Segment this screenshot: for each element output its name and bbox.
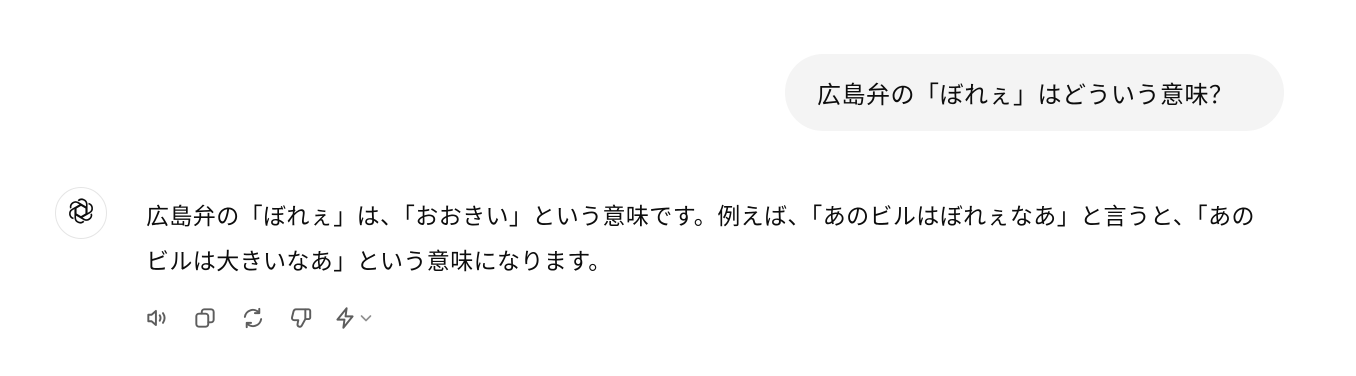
- read-aloud-button[interactable]: [140, 303, 174, 337]
- regenerate-button[interactable]: [236, 303, 270, 337]
- copy-button[interactable]: [188, 303, 222, 337]
- assistant-message-text: 広島弁の「ぼれぇ」は、「おおきい」という意味です。例えば、「あのビルはぼれぇなあ…: [146, 204, 1255, 275]
- bolt-icon: [332, 305, 358, 335]
- copy-icon: [192, 305, 218, 335]
- message-action-bar: [140, 303, 374, 337]
- thumbs-down-icon: [288, 305, 314, 335]
- model-switch-button[interactable]: [332, 305, 374, 335]
- user-message-text: 広島弁の「ぼれぇ」はどういう意味？: [817, 81, 1234, 109]
- chat-page: 広島弁の「ぼれぇ」はどういう意味？ 広島弁の「ぼれぇ」は、「おおきい」という意味…: [0, 0, 1356, 376]
- chevron-down-icon: [358, 310, 374, 330]
- user-message-bubble: 広島弁の「ぼれぇ」はどういう意味？: [785, 54, 1284, 131]
- refresh-icon: [240, 305, 266, 335]
- thumbs-down-button[interactable]: [284, 303, 318, 337]
- openai-logo-icon: [66, 196, 96, 230]
- speaker-icon: [144, 305, 170, 335]
- assistant-avatar: [55, 187, 107, 239]
